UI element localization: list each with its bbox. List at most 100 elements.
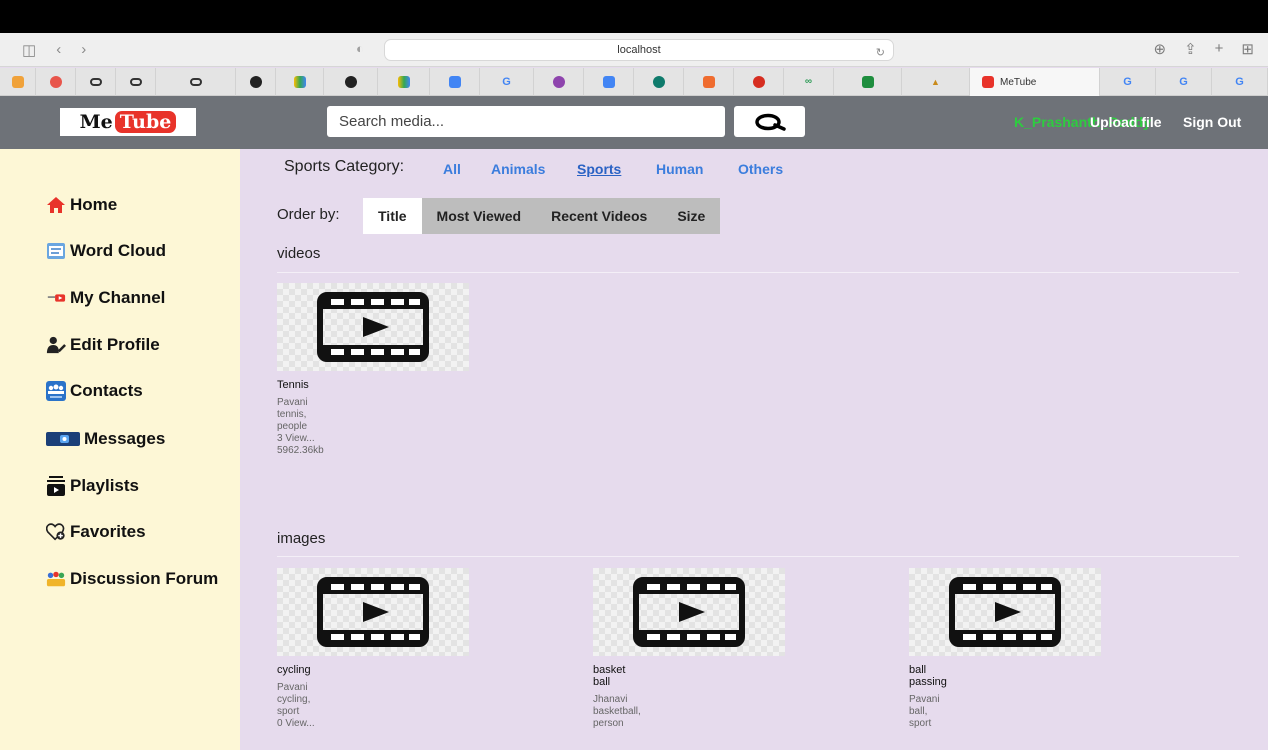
media-meta: Jhanavi basketball, person bbox=[593, 694, 785, 730]
media-tag: people bbox=[277, 421, 308, 432]
new-tab-icon[interactable]: + bbox=[1215, 40, 1224, 58]
address-bar[interactable]: localhost ↻ bbox=[384, 39, 894, 61]
privacy-shield-icon[interactable]: ◐ bbox=[356, 41, 364, 56]
media-size: 5962.36kb bbox=[277, 445, 324, 456]
media-tag: basketball, bbox=[593, 706, 641, 717]
metube-logo[interactable]: Me Tube bbox=[60, 108, 196, 136]
media-thumbnail[interactable] bbox=[909, 568, 1101, 656]
media-card-ball-passing[interactable]: ball passing Pavani ball, sport bbox=[909, 568, 1101, 730]
github-icon bbox=[249, 76, 262, 88]
tab-10[interactable] bbox=[430, 68, 480, 96]
order-tab-size[interactable]: Size bbox=[662, 198, 721, 234]
sidebar-item-label: Discussion Forum bbox=[70, 569, 219, 588]
word-cloud-icon bbox=[46, 241, 66, 261]
app-header: MeTube K_Prashanth_Reddy Upload file Sig… bbox=[0, 96, 1268, 149]
tab-18[interactable] bbox=[834, 68, 902, 96]
sidebar-item-contacts[interactable]: Contacts bbox=[46, 381, 143, 401]
sidebar-item-messages[interactable]: Messages bbox=[46, 429, 165, 449]
sidebar-item-home[interactable]: Home bbox=[46, 195, 117, 215]
tab-5[interactable] bbox=[156, 68, 236, 96]
metube-favicon-icon bbox=[982, 76, 994, 88]
sidebar-item-discussion-forum[interactable]: Discussion Forum bbox=[46, 569, 218, 589]
tab-3[interactable] bbox=[76, 68, 116, 96]
tab-4[interactable] bbox=[116, 68, 156, 96]
tab-8[interactable] bbox=[324, 68, 378, 96]
active-tab-title: MeTube bbox=[1000, 76, 1037, 88]
sidebar-item-my-channel[interactable]: My Channel bbox=[46, 288, 165, 308]
media-author: Pavani bbox=[277, 397, 308, 408]
logo-me-text: Me bbox=[79, 111, 113, 133]
tab-17[interactable]: ∞ bbox=[784, 68, 834, 96]
tab-overview-icon[interactable]: ⊞ bbox=[1241, 40, 1254, 58]
tab-16[interactable] bbox=[734, 68, 784, 96]
tab-9[interactable] bbox=[378, 68, 430, 96]
tab-13[interactable] bbox=[584, 68, 634, 96]
sign-out-link[interactable]: Sign Out bbox=[1183, 114, 1241, 130]
upload-file-link[interactable]: Upload file bbox=[1090, 114, 1162, 130]
sidebar-item-playlists[interactable]: Playlists bbox=[46, 476, 139, 496]
tab-19[interactable]: ▲ bbox=[902, 68, 970, 96]
favicon-icon bbox=[11, 76, 24, 88]
contacts-icon bbox=[46, 381, 66, 401]
order-tab-most-viewed[interactable]: Most Viewed bbox=[421, 198, 537, 234]
tab-metube-active[interactable]: MeTube bbox=[970, 68, 1100, 96]
google-icon: G bbox=[1123, 75, 1132, 88]
order-tab-title[interactable]: Title bbox=[363, 198, 422, 234]
media-thumbnail[interactable] bbox=[277, 283, 469, 371]
category-others[interactable]: Others bbox=[738, 161, 783, 177]
download-icon[interactable]: ⊕ bbox=[1154, 40, 1167, 58]
sidebar-toggle-icon[interactable]: ◫ bbox=[22, 41, 36, 59]
media-thumbnail[interactable] bbox=[277, 568, 469, 656]
drive-icon bbox=[397, 76, 410, 88]
category-all[interactable]: All bbox=[443, 161, 461, 177]
reload-icon[interactable]: ↻ bbox=[876, 43, 885, 63]
film-play-icon bbox=[633, 577, 745, 647]
google-icon: G bbox=[502, 75, 511, 88]
media-meta: Pavani cycling, sport 0 View... bbox=[277, 682, 469, 730]
search-input[interactable] bbox=[327, 106, 725, 137]
tab-21[interactable]: G bbox=[1100, 68, 1156, 96]
media-title[interactable]: ball passing bbox=[909, 664, 959, 688]
tab-11[interactable]: G bbox=[480, 68, 534, 96]
tab-7[interactable] bbox=[276, 68, 324, 96]
media-meta: Pavani ball, sport bbox=[909, 694, 1101, 730]
back-icon[interactable]: ‹ bbox=[56, 41, 61, 59]
category-animals[interactable]: Animals bbox=[491, 161, 545, 177]
media-views: 3 View... bbox=[277, 433, 315, 444]
media-card-basket-ball[interactable]: basket ball Jhanavi basketball, person bbox=[593, 568, 785, 730]
youtube-icon bbox=[46, 288, 66, 308]
sidebar-item-edit-profile[interactable]: Edit Profile bbox=[46, 335, 160, 355]
favicon-icon: ∞ bbox=[804, 76, 813, 87]
tab-15[interactable] bbox=[684, 68, 734, 96]
media-thumbnail[interactable] bbox=[593, 568, 785, 656]
tab-6[interactable] bbox=[236, 68, 276, 96]
media-views: 0 View... bbox=[277, 718, 315, 729]
category-sports[interactable]: Sports bbox=[577, 161, 621, 177]
address-text: localhost bbox=[617, 44, 661, 56]
tab-12[interactable] bbox=[534, 68, 584, 96]
share-icon[interactable]: ⇪ bbox=[1184, 40, 1197, 58]
category-human[interactable]: Human bbox=[656, 161, 703, 177]
media-title[interactable]: cycling bbox=[277, 664, 337, 676]
tab-22[interactable]: G bbox=[1156, 68, 1212, 96]
favicon-icon bbox=[89, 78, 102, 86]
sidebar-item-word-cloud[interactable]: Word Cloud bbox=[46, 241, 166, 261]
favicon-icon bbox=[552, 76, 565, 88]
sidebar-item-label: Favorites bbox=[70, 522, 146, 541]
media-card-cycling[interactable]: cycling Pavani cycling, sport 0 View... bbox=[277, 568, 469, 730]
media-title[interactable]: Tennis bbox=[277, 379, 337, 391]
media-card-tennis[interactable]: Tennis Pavani tennis, people 3 View... 5… bbox=[277, 283, 469, 457]
media-tag: person bbox=[593, 718, 624, 729]
media-title[interactable]: basket ball bbox=[593, 664, 641, 688]
tab-14[interactable] bbox=[634, 68, 684, 96]
images-section-title: images bbox=[277, 530, 326, 547]
order-tab-recent-videos[interactable]: Recent Videos bbox=[536, 198, 663, 234]
favicon-icon bbox=[49, 76, 62, 88]
forward-icon[interactable]: › bbox=[81, 41, 86, 59]
tab-23[interactable]: G bbox=[1212, 68, 1268, 96]
playlist-icon bbox=[46, 476, 66, 496]
tab-2[interactable] bbox=[36, 68, 76, 96]
sidebar-item-favorites[interactable]: Favorites bbox=[46, 522, 146, 542]
search-button[interactable] bbox=[734, 106, 805, 137]
tab-1[interactable] bbox=[0, 68, 36, 96]
